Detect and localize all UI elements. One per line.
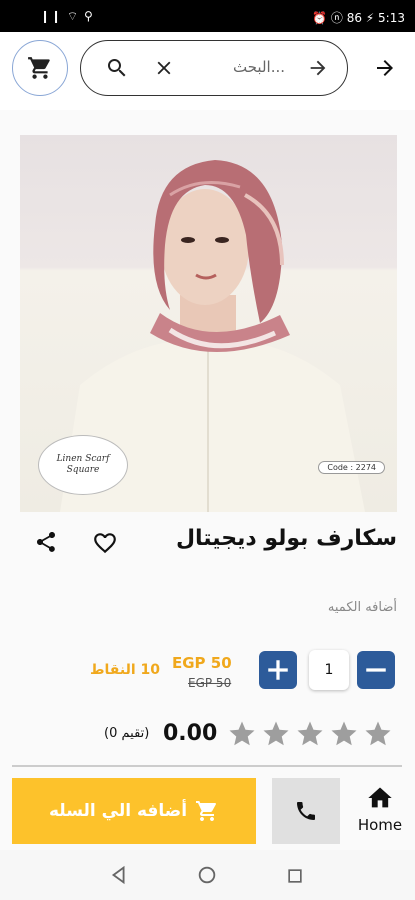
back-arrow-icon[interactable] <box>373 56 397 80</box>
add-to-cart-button[interactable]: أضافه الي السله <box>12 778 256 844</box>
product-title: سكارف بولو ديجيتال <box>175 526 397 551</box>
star-icon[interactable] <box>295 719 325 749</box>
rating-count: (تقيم 0) <box>104 726 150 741</box>
system-nav-bar <box>0 850 415 900</box>
product-details: Linen Scarf Square Code : 2274 سكارف بول… <box>0 110 415 770</box>
nav-recents-icon[interactable] <box>285 866 305 886</box>
home-button[interactable]: Home <box>352 784 408 834</box>
increase-quantity-button[interactable] <box>259 651 297 689</box>
status-left: ❙❙ ⌔ ⚲ <box>40 9 94 23</box>
price: EGP 50 <box>172 654 232 672</box>
image-badge: Linen Scarf Square <box>38 435 128 495</box>
minus-icon <box>366 668 386 672</box>
status-right: ⏰ ⓝ 86 ⚡ 5:13 <box>312 11 405 25</box>
share-icon[interactable] <box>34 530 58 554</box>
quantity-value[interactable]: 1 <box>309 650 349 690</box>
search-icon[interactable] <box>105 56 129 80</box>
home-label: Home <box>357 816 403 834</box>
nav-back-icon[interactable] <box>108 864 130 886</box>
cart-icon <box>28 57 50 79</box>
quantity-label: أضافه الكميه <box>327 600 397 615</box>
home-icon <box>368 787 392 808</box>
heart-icon[interactable] <box>92 530 118 556</box>
star-icon[interactable] <box>227 719 257 749</box>
points: 10 النقاط <box>90 662 161 678</box>
search-input[interactable]: البحث... <box>205 58 285 76</box>
call-button[interactable] <box>272 778 340 844</box>
divider <box>12 765 402 767</box>
old-price: EGP 50 <box>188 676 232 690</box>
product-image[interactable]: Linen Scarf Square Code : 2274 <box>20 135 397 512</box>
title-row: سكارف بولو ديجيتال <box>0 522 415 562</box>
bottom-action-bar: أضافه الي السله Home <box>0 770 415 850</box>
star-icon[interactable] <box>261 719 291 749</box>
plus-icon <box>268 660 288 680</box>
nav-home-icon[interactable] <box>196 864 218 886</box>
phone-icon <box>297 802 315 820</box>
cart-button[interactable] <box>12 40 68 96</box>
search-bar[interactable]: البحث... <box>80 40 348 96</box>
cart-icon <box>196 801 217 821</box>
arrow-right-icon[interactable] <box>307 57 329 79</box>
status-bar: ❙❙ ⌔ ⚲ ⏰ ⓝ 86 ⚡ 5:13 <box>0 0 415 32</box>
add-to-cart-label: أضافه الي السله <box>48 801 188 821</box>
rating-stars[interactable] <box>227 719 393 749</box>
close-icon[interactable] <box>153 57 175 79</box>
rating-value: 0.00 <box>163 721 218 746</box>
star-icon[interactable] <box>329 719 359 749</box>
image-code: Code : 2274 <box>318 461 385 474</box>
top-bar: البحث... <box>0 32 415 110</box>
star-icon[interactable] <box>363 719 393 749</box>
decrease-quantity-button[interactable] <box>357 651 395 689</box>
